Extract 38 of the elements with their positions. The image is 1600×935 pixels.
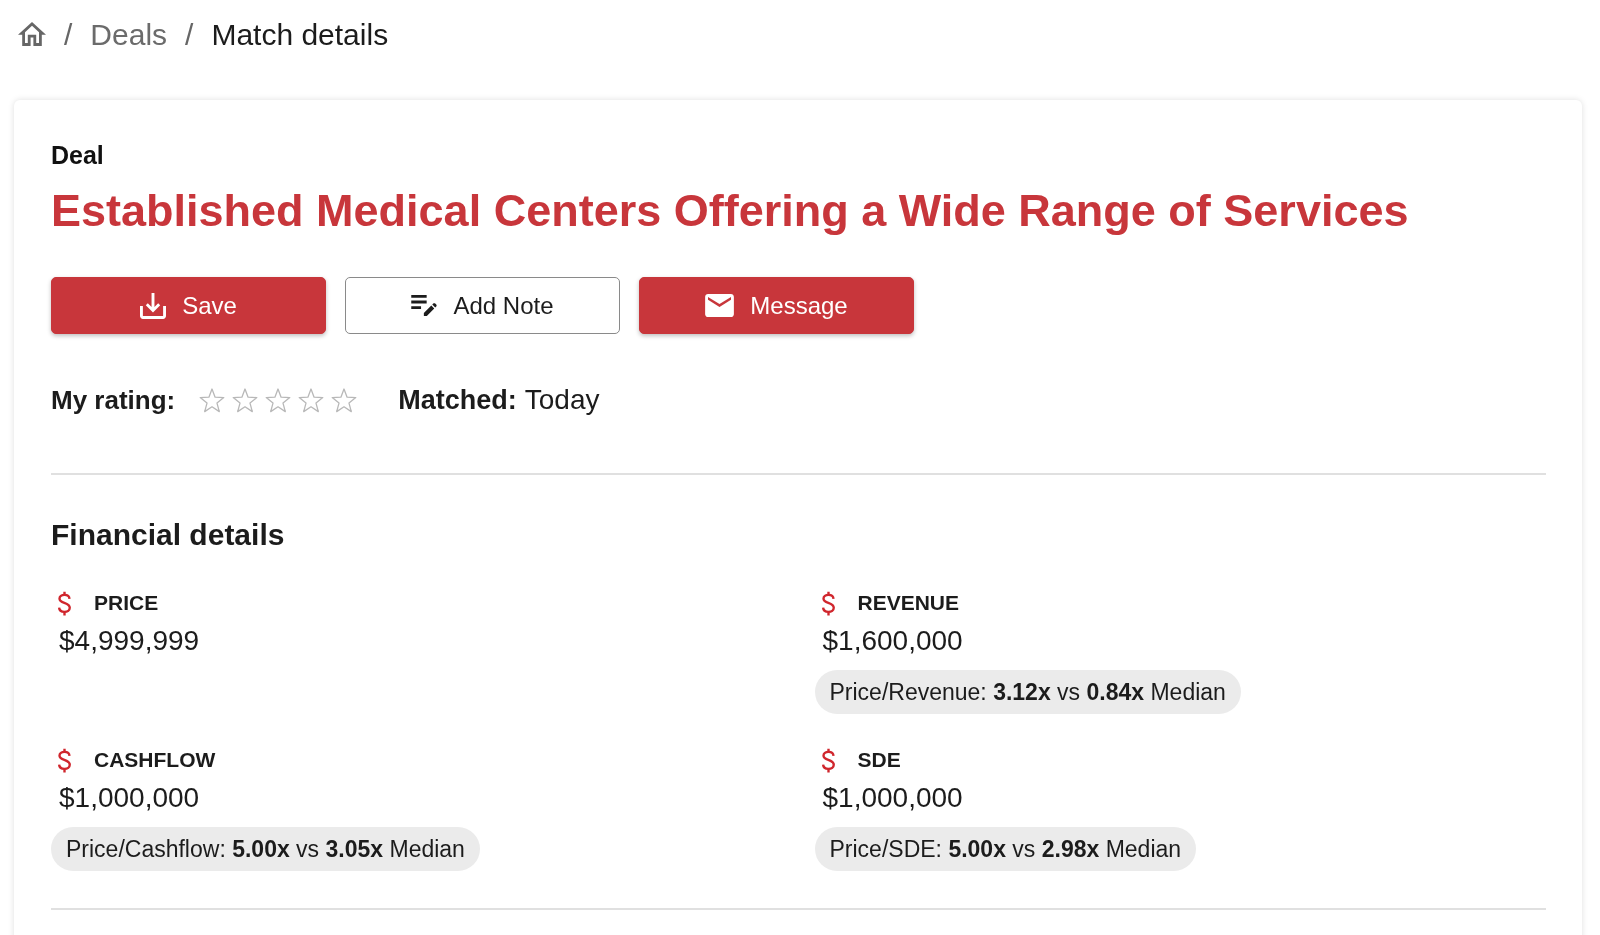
breadcrumb-link[interactable]: Deals <box>90 11 168 57</box>
star-icon[interactable] <box>265 387 292 413</box>
metric-value: $1,000,000 <box>58 782 200 814</box>
dollar-icon <box>57 747 72 773</box>
star-icon[interactable] <box>298 387 325 413</box>
metric-label: PRICE <box>94 591 159 615</box>
edit-note-icon <box>411 295 438 316</box>
metric-value: $1,000,000 <box>821 782 963 814</box>
matched-value: Today <box>524 383 600 417</box>
primary-button[interactable]: Save <box>51 277 326 334</box>
metric-value: $1,600,000 <box>821 625 963 657</box>
breadcrumb-separator: / <box>64 16 73 53</box>
breadcrumb-separator: / <box>185 16 194 53</box>
star-icon[interactable] <box>331 387 358 413</box>
metric-value: $4,999,999 <box>58 625 200 657</box>
metric-label: SDE <box>857 748 901 772</box>
star-icon[interactable] <box>199 387 226 413</box>
section-heading: Financial details <box>51 518 285 552</box>
breadcrumb-current[interactable]: Match details <box>211 11 389 57</box>
rating-label: My rating: <box>51 383 176 417</box>
comparison-pill: Price/Revenue: 3.12x vs 0.84x Median <box>814 670 1241 714</box>
dollar-icon <box>57 590 72 616</box>
matched-label: Matched: <box>398 383 517 417</box>
download-icon <box>140 292 167 319</box>
deal-title: Established Medical Centers Offering a Wide Range of Services <box>51 185 1409 237</box>
dollar-icon <box>820 747 836 773</box>
primary-button[interactable]: Message <box>639 277 914 334</box>
outline-button[interactable]: Add Note <box>345 277 620 334</box>
envelope-icon <box>705 294 735 317</box>
metric-label: CASHFLOW <box>94 748 216 772</box>
comparison-pill: Price/Cashflow: 5.00x vs 3.05x Median <box>51 827 480 871</box>
star-rating[interactable] <box>199 387 358 413</box>
eyebrow-label: Deal <box>51 140 104 170</box>
star-icon[interactable] <box>232 387 259 413</box>
comparison-pill: Price/SDE: 5.00x vs 2.98x Median <box>814 827 1197 871</box>
home-icon[interactable] <box>18 22 46 46</box>
dollar-icon <box>820 590 836 616</box>
metric-label: REVENUE <box>857 591 960 615</box>
